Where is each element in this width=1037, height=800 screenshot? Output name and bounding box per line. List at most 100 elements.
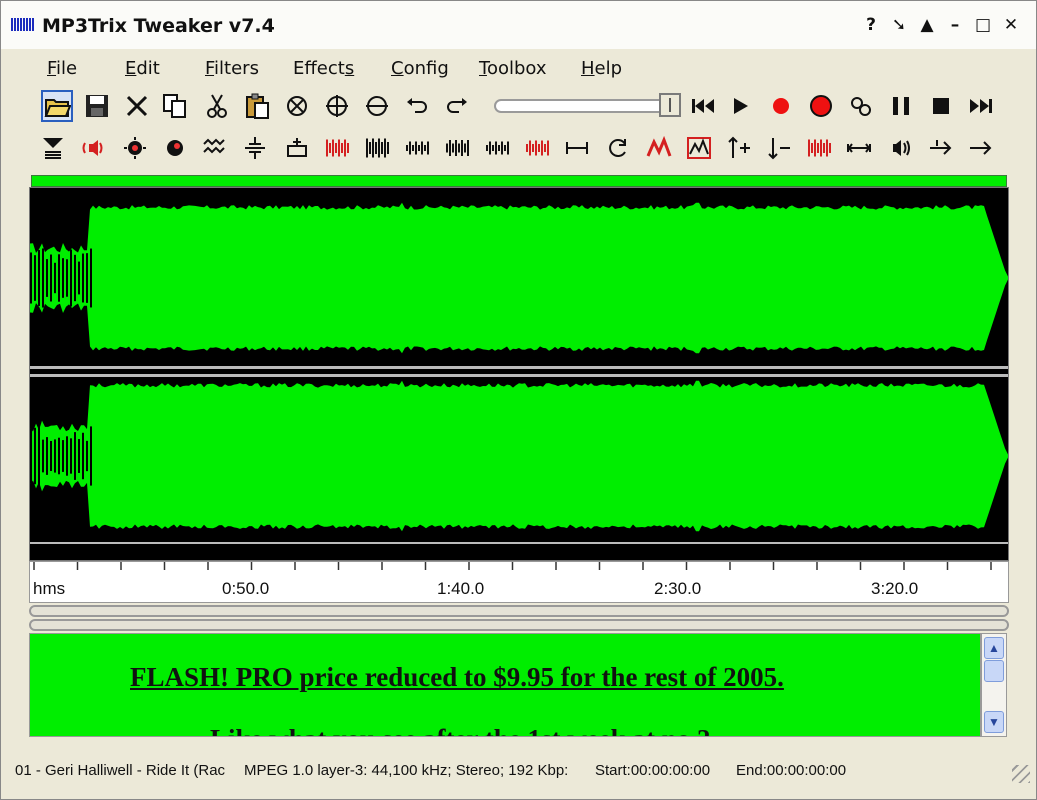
bars-button[interactable] bbox=[361, 132, 393, 164]
menu-file[interactable]: File bbox=[47, 58, 77, 79]
paste-button[interactable] bbox=[241, 90, 273, 122]
bars-thin-button[interactable] bbox=[401, 132, 433, 164]
loop-back-button[interactable] bbox=[601, 132, 633, 164]
menu-config[interactable]: Config bbox=[391, 58, 449, 79]
dial-dark-icon bbox=[167, 140, 183, 156]
undo-button[interactable] bbox=[401, 90, 433, 122]
menu-edit[interactable]: Edit bbox=[125, 58, 160, 79]
bars-bold-button[interactable] bbox=[481, 132, 513, 164]
play-icon bbox=[734, 98, 748, 114]
span-icon bbox=[566, 142, 588, 154]
horizontal-scrollbar[interactable] bbox=[29, 605, 1009, 617]
help-button[interactable]: ? bbox=[862, 13, 880, 37]
overview-bar[interactable] bbox=[31, 175, 1007, 187]
scroll-down-button[interactable]: ▼ bbox=[984, 711, 1004, 733]
open-button[interactable] bbox=[41, 90, 73, 122]
bars-bold-icon bbox=[486, 141, 509, 155]
shift-arrow-button[interactable] bbox=[965, 132, 997, 164]
record-dot-button[interactable] bbox=[765, 90, 797, 122]
maximize-button[interactable]: □ bbox=[974, 13, 992, 37]
time-ruler[interactable]: hms 0:50.0 1:40.0 2:30.0 3:20.0 bbox=[29, 561, 1009, 603]
channel-divider bbox=[30, 542, 1008, 544]
waveform-detail bbox=[82, 432, 84, 480]
frame-button[interactable] bbox=[281, 132, 313, 164]
ruler-label: 2:30.0 bbox=[654, 579, 702, 598]
waveform-detail bbox=[50, 440, 52, 472]
app-window: MP3Trix Tweaker v7.4 ? ➘ ▲ – □ ✕ File Edit Filt… bbox=[0, 0, 1037, 800]
promo-scrollbar[interactable]: ▲ ▼ bbox=[981, 633, 1007, 737]
menu-help[interactable]: Help bbox=[581, 58, 622, 79]
position-slider-thumb[interactable] bbox=[659, 93, 681, 117]
zoom-scrollbar[interactable] bbox=[29, 619, 1009, 631]
subtract-button[interactable] bbox=[361, 90, 393, 122]
scroll-thumb[interactable] bbox=[984, 660, 1004, 682]
play-button[interactable] bbox=[725, 90, 757, 122]
rollup-button[interactable]: ▲ bbox=[918, 13, 936, 37]
scroll-up-button[interactable]: ▲ bbox=[984, 637, 1004, 659]
span-button[interactable] bbox=[561, 132, 593, 164]
waveform-button[interactable] bbox=[199, 132, 231, 164]
menu-effects[interactable]: Effects bbox=[293, 58, 354, 79]
add-button[interactable] bbox=[321, 90, 353, 122]
fade-out-button[interactable] bbox=[803, 132, 835, 164]
noise-button[interactable] bbox=[521, 132, 553, 164]
multi-bars-button[interactable] bbox=[441, 132, 473, 164]
window-title: MP3Trix Tweaker v7.4 bbox=[42, 15, 275, 37]
copy-icon bbox=[163, 94, 186, 118]
dial-dark-button[interactable] bbox=[159, 132, 191, 164]
redo-button[interactable] bbox=[441, 90, 473, 122]
mute-button[interactable] bbox=[281, 90, 313, 122]
resize-grip[interactable] bbox=[1012, 765, 1030, 783]
promo-headline[interactable]: FLASH! PRO price reduced to $9.95 for th… bbox=[130, 662, 784, 693]
record-button[interactable] bbox=[805, 90, 837, 122]
peak-button[interactable] bbox=[643, 132, 675, 164]
ruler-label: 3:20.0 bbox=[871, 579, 919, 598]
redo-icon bbox=[447, 98, 467, 113]
add-icon bbox=[326, 95, 348, 117]
rewind-button[interactable] bbox=[687, 90, 719, 122]
close-button[interactable]: ✕ bbox=[1002, 13, 1020, 37]
amplify-down-button[interactable] bbox=[763, 132, 795, 164]
cut-button[interactable] bbox=[201, 90, 233, 122]
position-slider-track[interactable] bbox=[494, 99, 680, 113]
loop-button[interactable] bbox=[845, 90, 877, 122]
waveform-detail bbox=[66, 436, 68, 476]
waveform-detail bbox=[58, 437, 60, 475]
dial-button[interactable] bbox=[119, 132, 151, 164]
save-button[interactable] bbox=[81, 90, 113, 122]
waveform-detail bbox=[38, 426, 40, 486]
stop-icon bbox=[933, 98, 949, 114]
menu-filters[interactable]: Filters bbox=[205, 58, 259, 79]
ruler-unit: hms bbox=[33, 579, 66, 598]
waveform-view[interactable] bbox=[29, 187, 1009, 561]
echo-icon bbox=[893, 140, 910, 156]
shift-right-button[interactable] bbox=[925, 132, 957, 164]
left-channel[interactable] bbox=[30, 202, 1008, 354]
cut-icon bbox=[207, 94, 227, 118]
normalize-button[interactable] bbox=[37, 132, 69, 164]
pause-button[interactable] bbox=[885, 90, 917, 122]
waveform-shape bbox=[30, 380, 1008, 532]
menu-toolbox[interactable]: Toolbox bbox=[479, 58, 547, 79]
pin-button[interactable]: ➘ bbox=[890, 13, 908, 37]
volume-button[interactable] bbox=[77, 132, 109, 164]
compress-button[interactable] bbox=[239, 132, 271, 164]
waveform-detail bbox=[78, 261, 80, 295]
stretch-button[interactable] bbox=[843, 132, 875, 164]
right-channel[interactable] bbox=[30, 380, 1008, 532]
waveform-detail bbox=[90, 248, 92, 308]
fade-red-button[interactable] bbox=[321, 132, 353, 164]
minimize-button[interactable]: – bbox=[946, 13, 964, 37]
peak-box-button[interactable] bbox=[683, 132, 715, 164]
echo-button[interactable] bbox=[883, 132, 915, 164]
copy-button[interactable] bbox=[159, 90, 191, 122]
waveform-detail bbox=[86, 253, 88, 303]
fast-forward-button[interactable] bbox=[965, 90, 997, 122]
status-end: End:00:00:00:00 bbox=[736, 762, 847, 779]
waveform-detail bbox=[70, 438, 72, 474]
title-bar[interactable]: MP3Trix Tweaker v7.4 ? ➘ ▲ – □ ✕ bbox=[1, 1, 1036, 49]
stop-button[interactable] bbox=[925, 90, 957, 122]
amplify-up-button[interactable] bbox=[723, 132, 755, 164]
delete-icon bbox=[126, 95, 148, 117]
delete-button[interactable] bbox=[121, 90, 153, 122]
